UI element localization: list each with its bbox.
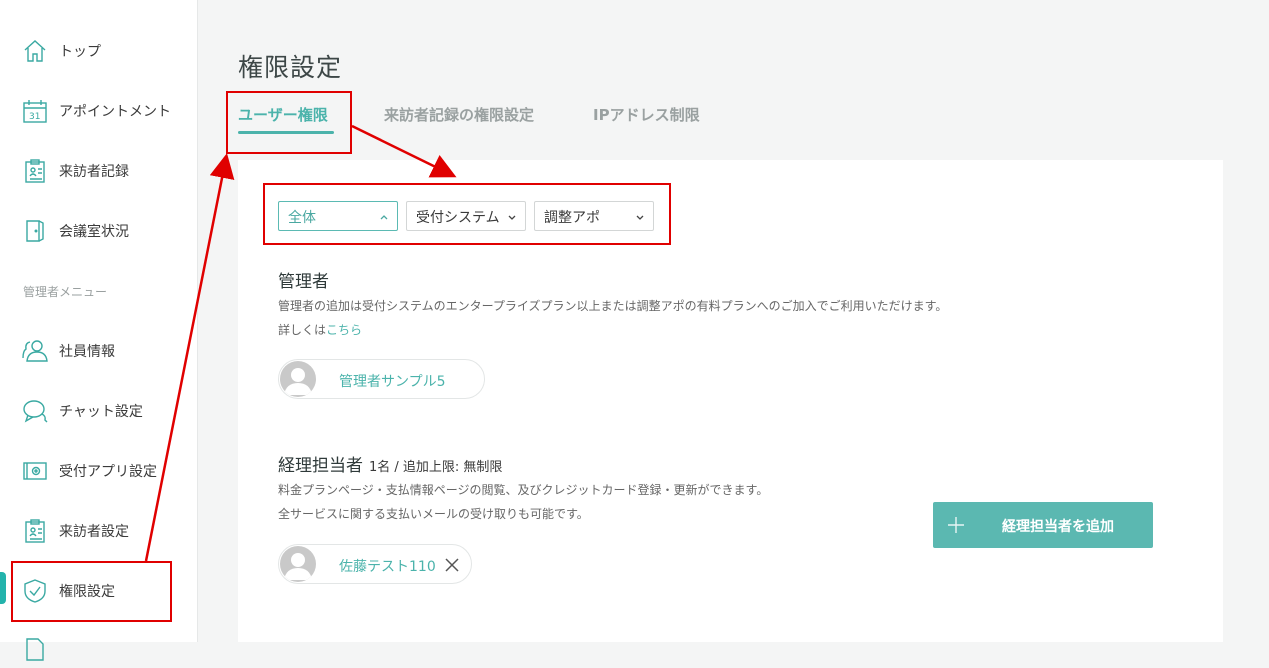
annotation-box-filters <box>263 183 671 245</box>
document-icon <box>22 636 48 662</box>
admin-member-name: 管理者サンプル5 <box>339 374 446 390</box>
admin-section-description: 管理者の追加は受付システムのエンタープライズプラン以上または調整アポの有料プラン… <box>278 299 948 313</box>
accounting-member-name: 佐藤テスト110 <box>339 559 436 575</box>
sidebar-item-label: 来訪者設定 <box>59 524 129 540</box>
admin-more-link[interactable]: こちら <box>326 323 362 337</box>
add-accountant-label: 経理担当者を追加 <box>1002 519 1114 535</box>
page-title: 権限設定 <box>238 53 343 82</box>
sidebar-item-chat-settings[interactable]: チャット設定 <box>0 390 197 430</box>
admin-section-title: 管理者 <box>278 272 329 292</box>
annotation-box-sidebar <box>11 561 172 622</box>
calendar-icon: 31 <box>22 98 48 124</box>
clipboard-user-icon <box>22 518 48 544</box>
sidebar-item-label: 来訪者記録 <box>59 164 129 180</box>
add-accountant-button[interactable]: 経理担当者を追加 <box>933 502 1153 548</box>
accounting-section-heading: 経理担当者 1名 / 追加上限: 無制限 <box>278 451 502 476</box>
admin-menu-label: 管理者メニュー <box>23 285 108 299</box>
main-content: 権限設定 ユーザー権限 来訪者記録の権限設定 IPアドレス制限 全体 受付システ… <box>198 0 1269 642</box>
accounting-count-info: 1名 / 追加上限: 無制限 <box>369 460 503 475</box>
home-icon <box>22 38 48 64</box>
sidebar-item-appointment[interactable]: 31 アポイントメント <box>0 90 197 130</box>
annotation-box-tab <box>226 91 352 154</box>
accounting-member-chip: 佐藤テスト110 <box>278 544 472 584</box>
sidebar-item-visitor-settings[interactable]: 来訪者設定 <box>0 510 197 550</box>
door-icon <box>22 218 48 244</box>
tablet-gear-icon <box>22 458 48 484</box>
sidebar-item-next[interactable] <box>0 628 197 668</box>
clipboard-icon <box>22 158 48 184</box>
chat-icon <box>22 398 48 424</box>
sidebar-item-label: アポイントメント <box>59 104 171 120</box>
avatar <box>280 361 316 397</box>
sidebar-item-label: チャット設定 <box>59 404 143 420</box>
svg-text:31: 31 <box>29 112 40 122</box>
tab-ip-restriction[interactable]: IPアドレス制限 <box>593 104 700 125</box>
sidebar-item-employees[interactable]: 社員情報 <box>0 330 197 370</box>
admin-more-prefix: 詳しくは <box>278 323 327 337</box>
admin-member-chip: 管理者サンプル5 <box>278 359 485 399</box>
accounting-section-title: 経理担当者 <box>278 456 363 476</box>
sidebar-item-visitor-log[interactable]: 来訪者記録 <box>0 150 197 190</box>
accounting-description-1: 料金プランページ・支払情報ページの閲覧、及びクレジットカード登録・更新ができます… <box>278 483 769 497</box>
sidebar-item-top[interactable]: トップ <box>0 30 197 70</box>
sidebar-item-reception-app-settings[interactable]: 受付アプリ設定 <box>0 450 197 490</box>
sidebar-item-label: トップ <box>59 44 101 60</box>
tab-visitor-log-permissions[interactable]: 来訪者記録の権限設定 <box>384 104 534 125</box>
accounting-description-2: 全サービスに関する支払いメールの受け取りも可能です。 <box>278 507 589 521</box>
sidebar-item-label: 会議室状況 <box>59 224 129 240</box>
active-item-indicator <box>0 572 6 604</box>
avatar <box>280 546 316 582</box>
sidebar: トップ 31 アポイントメント 来訪者記録 会議室状況 管理者メニュー 社員情報… <box>0 0 198 661</box>
sidebar-item-room-status[interactable]: 会議室状況 <box>0 210 197 250</box>
users-icon <box>22 338 48 364</box>
sidebar-item-label: 社員情報 <box>59 344 115 360</box>
sidebar-item-label: 受付アプリ設定 <box>59 464 157 480</box>
close-icon[interactable] <box>445 557 459 572</box>
admin-more-info: 詳しくはこちら <box>278 321 362 338</box>
